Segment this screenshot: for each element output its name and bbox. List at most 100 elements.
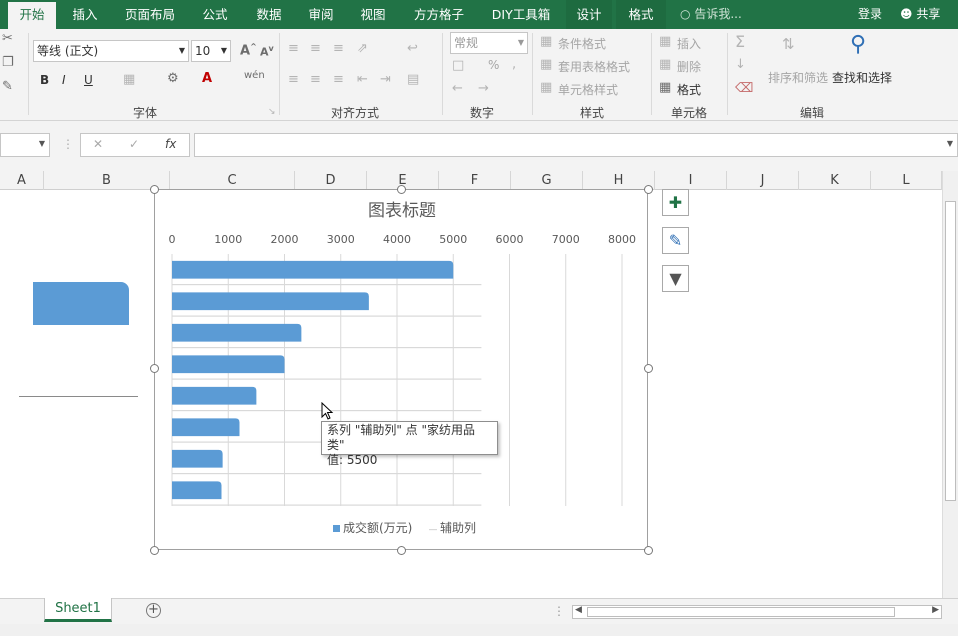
tab-data[interactable]: 数据 [246, 0, 292, 29]
conditional-format-icon[interactable]: ▦ [540, 34, 552, 49]
autosum-icon[interactable]: Σ [735, 32, 745, 51]
resize-handle-nw[interactable] [150, 185, 159, 194]
col-header-c[interactable]: C [170, 171, 295, 190]
data-bar[interactable] [172, 481, 222, 500]
col-header-j[interactable]: J [727, 171, 799, 190]
wrap-text-icon[interactable]: ↩ [407, 41, 418, 56]
format-painter-icon[interactable]: ✎ [2, 79, 13, 94]
tab-page-layout[interactable]: 页面布局 [116, 0, 184, 29]
phonetic-icon[interactable]: wén [244, 70, 265, 81]
font-color-icon[interactable]: A [202, 71, 212, 86]
scroll-right-icon[interactable]: ▶ [932, 605, 939, 615]
helper-bar[interactable] [172, 284, 482, 286]
data-bar[interactable] [172, 323, 302, 342]
helper-bar[interactable] [172, 378, 482, 380]
resize-handle-e[interactable] [644, 364, 653, 373]
align-left-icon[interactable]: ≡ [288, 72, 299, 87]
align-center-icon[interactable]: ≡ [310, 72, 321, 87]
helper-bar[interactable] [172, 473, 482, 475]
data-bar[interactable] [172, 355, 285, 374]
line-shape[interactable] [19, 396, 138, 397]
conditional-format-button[interactable]: 条件格式 [558, 35, 606, 52]
underline-button[interactable]: U [84, 73, 93, 87]
decrease-decimal-icon[interactable]: → [478, 81, 489, 96]
resize-handle-sw[interactable] [150, 546, 159, 555]
increase-decimal-icon[interactable]: ← [452, 81, 463, 96]
chart-filters-button[interactable]: ▼ [662, 265, 689, 292]
chart-area[interactable]: 图表标题 0 1000 2000 3000 4000 5000 6000 7000 8000 成… [154, 189, 648, 550]
sheet-tab-sheet1[interactable]: Sheet1 [44, 598, 112, 622]
cell-style-button[interactable]: 单元格样式 [558, 81, 618, 98]
tab-split-grip[interactable]: ⋮ [553, 604, 565, 618]
fill-color-icon[interactable]: ⚙ [167, 71, 179, 86]
helper-bar[interactable] [172, 347, 482, 349]
data-bar[interactable] [172, 292, 369, 311]
format-cells-icon[interactable]: ▦ [659, 80, 671, 95]
helper-bar[interactable] [172, 504, 482, 506]
col-header-f[interactable]: F [439, 171, 511, 190]
clear-icon[interactable]: ⌫ [735, 81, 753, 96]
col-header-g[interactable]: G [511, 171, 583, 190]
align-bottom-icon[interactable]: ≡ [333, 41, 344, 56]
resize-handle-s[interactable] [397, 546, 406, 555]
font-size-select[interactable]: 10 ▼ [191, 40, 231, 62]
grow-font-icon[interactable]: A^ [240, 42, 257, 58]
dialog-launcher-icon[interactable]: ↘ [268, 107, 276, 117]
vertical-scrollbar[interactable] [942, 171, 958, 598]
resize-handle-w[interactable] [150, 364, 159, 373]
font-name-select[interactable]: 等线 (正文) ▼ [33, 40, 189, 62]
login-link[interactable]: 登录 [858, 0, 882, 29]
fill-icon[interactable]: ↓ [735, 57, 746, 72]
data-bar[interactable] [172, 386, 257, 405]
col-header-d[interactable]: D [295, 171, 367, 190]
align-right-icon[interactable]: ≡ [333, 72, 344, 87]
table-format-button[interactable]: 套用表格格式 [558, 58, 630, 75]
data-bar[interactable] [172, 449, 223, 468]
border-icon[interactable]: ▦ [123, 72, 135, 87]
chart-styles-button[interactable]: ✎ [662, 227, 689, 254]
delete-cells-button[interactable]: 删除 [677, 58, 701, 75]
data-bar[interactable] [172, 260, 454, 279]
insert-cells-icon[interactable]: ▦ [659, 34, 671, 49]
cut-icon[interactable]: ✂ [2, 31, 13, 46]
currency-icon[interactable]: □ [452, 58, 464, 73]
tell-me-box[interactable]: ○ 告诉我... [680, 0, 742, 29]
italic-button[interactable]: I [62, 73, 66, 87]
col-header-l[interactable]: L [871, 171, 942, 190]
tab-chart-format[interactable]: 格式 [616, 0, 666, 29]
col-header-i[interactable]: I [655, 171, 727, 190]
tab-view[interactable]: 视图 [350, 0, 396, 29]
cancel-icon[interactable]: ✕ [93, 137, 103, 151]
tab-home[interactable]: 开始 [8, 2, 56, 31]
resize-handle-ne[interactable] [644, 185, 653, 194]
resize-handle-se[interactable] [644, 546, 653, 555]
cell-style-icon[interactable]: ▦ [540, 80, 552, 95]
shrink-font-icon[interactable]: Av [260, 44, 274, 59]
number-format-select[interactable]: 常规 ▼ [450, 32, 528, 54]
tab-diy-toolbox[interactable]: DIY工具箱 [482, 0, 560, 29]
share-button[interactable]: ☻ 共享 [900, 0, 940, 29]
tab-formulas[interactable]: 公式 [192, 0, 238, 29]
legend-label[interactable]: 辅助列 [440, 521, 476, 535]
increase-indent-icon[interactable]: ⇥ [380, 72, 391, 87]
chart-title[interactable]: 图表标题 [368, 201, 436, 221]
scroll-left-icon[interactable]: ◀ [575, 605, 582, 615]
bold-button[interactable]: B [40, 73, 49, 87]
horizontal-scrollbar[interactable]: ◀ ▶ [572, 605, 942, 619]
legend-shape-copy[interactable] [33, 282, 129, 325]
find-select-button[interactable]: 查找和选择 [832, 69, 892, 86]
col-header-k[interactable]: K [799, 171, 871, 190]
percent-button[interactable]: % [488, 58, 499, 72]
align-middle-icon[interactable]: ≡ [310, 41, 321, 56]
format-cells-button[interactable]: 格式 [677, 81, 701, 98]
search-icon[interactable]: ⚲ [850, 32, 866, 57]
bar-chart[interactable]: 图表标题 0 1000 2000 3000 4000 5000 6000 7000 8000 成… [155, 190, 647, 549]
add-sheet-button[interactable]: + [146, 603, 161, 618]
insert-cells-button[interactable]: 插入 [677, 35, 701, 52]
legend-label[interactable]: 成交额(万元) [343, 520, 412, 535]
tab-insert[interactable]: 插入 [62, 0, 108, 29]
tab-review[interactable]: 审阅 [298, 0, 344, 29]
tab-fangfang[interactable]: 方方格子 [404, 0, 474, 29]
horizontal-scroll-thumb[interactable] [587, 607, 895, 617]
comma-icon[interactable]: , [512, 57, 516, 72]
